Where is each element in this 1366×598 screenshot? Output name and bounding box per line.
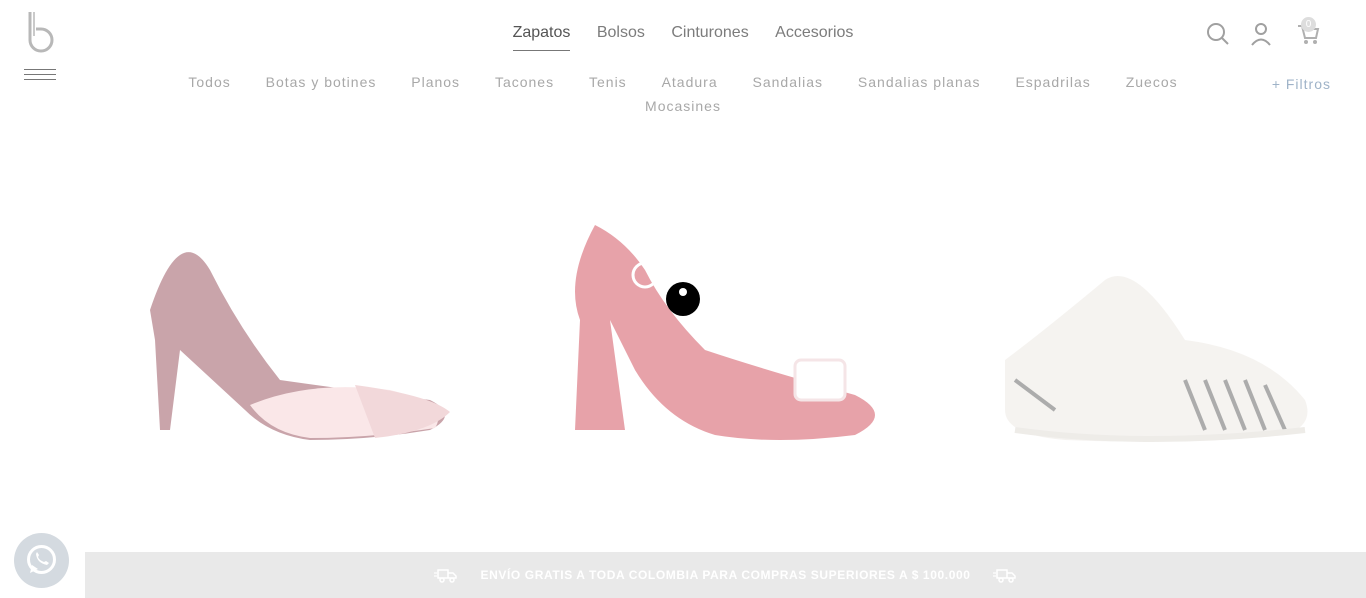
nav-item-bolsos[interactable]: Bolsos [597, 24, 645, 50]
cart-button[interactable]: 0 [1296, 17, 1320, 46]
user-icon[interactable] [1250, 20, 1272, 46]
filters-toggle[interactable]: + Filtros [1272, 76, 1331, 92]
category-todos[interactable]: Todos [188, 70, 230, 94]
shipping-banner-text: ENVÍO GRATIS A TODA COLOMBIA PARA COMPRA… [480, 568, 971, 582]
cart-count-badge: 0 [1301, 17, 1316, 32]
category-tenis[interactable]: Tenis [589, 70, 627, 94]
loading-spinner-icon [666, 282, 700, 316]
category-sandalias[interactable]: Sandalias [753, 70, 824, 94]
search-icon[interactable] [1206, 20, 1230, 46]
category-atadura[interactable]: Atadura [662, 70, 718, 94]
nav-item-cinturones[interactable]: Cinturones [671, 24, 748, 50]
category-botas-y-botines[interactable]: Botas y botines [266, 70, 377, 94]
category-zuecos[interactable]: Zuecos [1126, 70, 1178, 94]
product-image-red-slingback-heel[interactable] [555, 200, 895, 460]
category-navigation: Todos Botas y botines Planos Tacones Ten… [150, 70, 1216, 118]
category-tacones[interactable]: Tacones [495, 70, 554, 94]
product-grid [0, 200, 1366, 470]
category-espadrilas[interactable]: Espadrilas [1015, 70, 1090, 94]
header-actions: 0 [1206, 17, 1326, 50]
category-planos[interactable]: Planos [411, 70, 460, 94]
delivery-truck-icon [992, 569, 1016, 583]
shipping-banner: ENVÍO GRATIS A TODA COLOMBIA PARA COMPRA… [85, 552, 1366, 598]
hamburger-menu-icon[interactable] [24, 69, 56, 85]
category-sandalias-planas[interactable]: Sandalias planas [858, 70, 981, 94]
whatsapp-icon [27, 545, 56, 574]
product-image-pointed-heel-pump[interactable] [130, 200, 470, 460]
main-navigation: Zapatos Bolsos Cinturones Accesorios [0, 24, 1366, 51]
nav-item-zapatos[interactable]: Zapatos [512, 24, 571, 51]
nav-item-accesorios[interactable]: Accesorios [775, 24, 853, 50]
delivery-truck-icon [434, 569, 458, 583]
whatsapp-button[interactable] [14, 533, 69, 588]
category-mocasines[interactable]: Mocasines [645, 94, 721, 118]
product-image-striped-espadrille[interactable] [985, 200, 1325, 460]
